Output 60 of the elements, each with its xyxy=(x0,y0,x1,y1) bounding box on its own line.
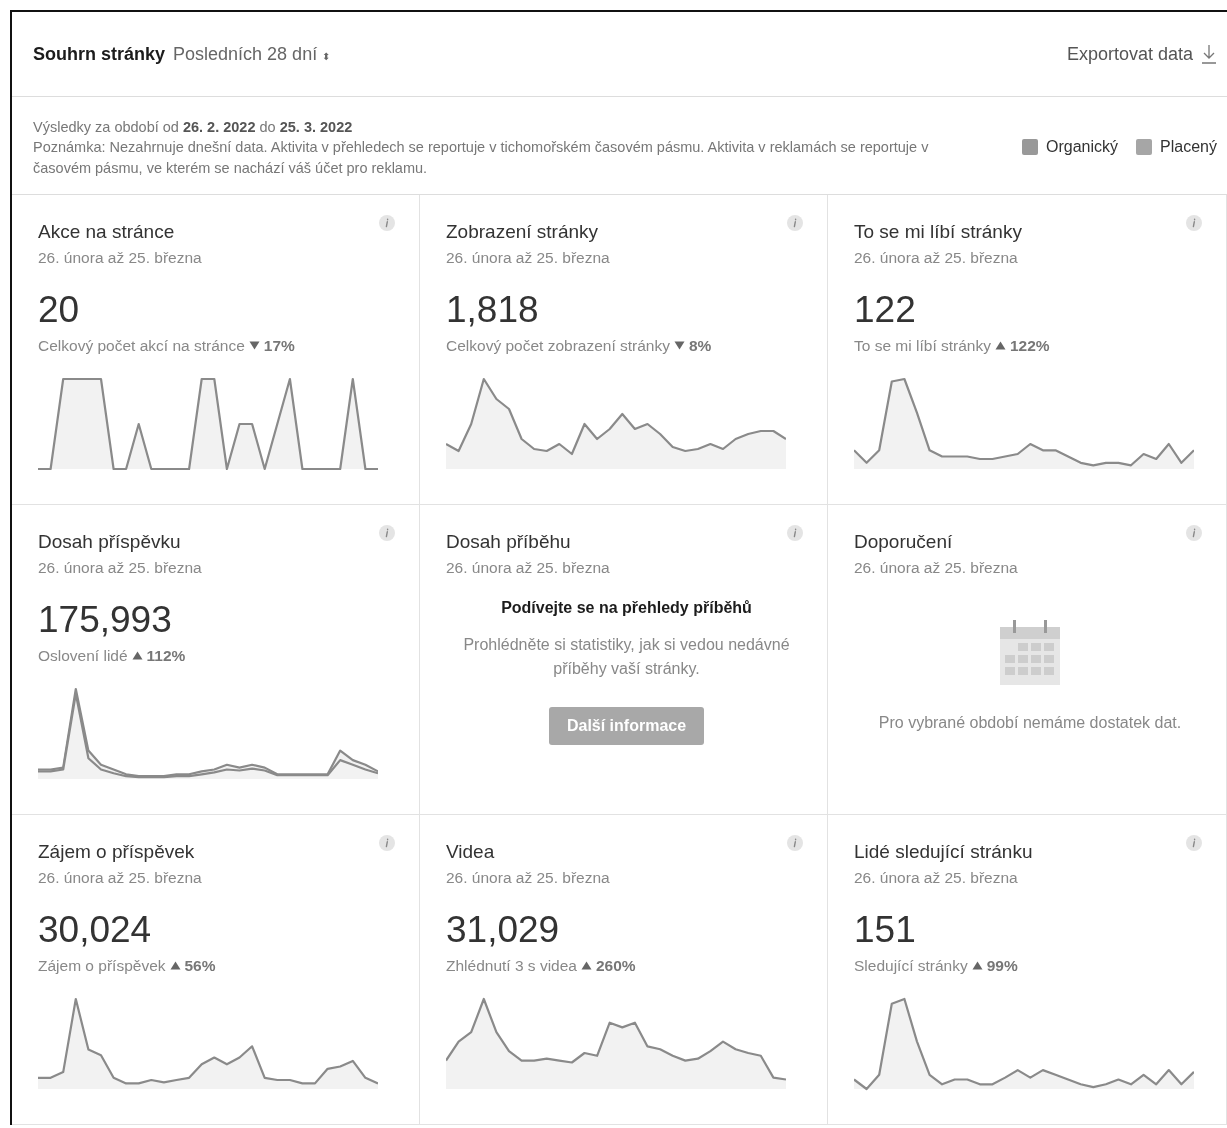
note-text: Poznámka: Nezahrnuje dnešní data. Aktivita v přehledech se reportuje v tichomořském časovém pásmu. Aktivita v reklamách se reportuje v časovém pásmu, ve kterém se nachází váš účet pro reklamu. xyxy=(33,138,930,178)
metric-caption: Zájem o příspěvek xyxy=(38,956,166,975)
metric-caption: To se mi líbí stránky xyxy=(854,336,991,355)
card-title: Doporučení xyxy=(854,530,953,553)
change-percent: 56% xyxy=(184,956,216,975)
info-icon[interactable] xyxy=(379,524,395,541)
change-percent: 17% xyxy=(263,336,295,355)
card-date-range: 26. února až 25. března xyxy=(446,558,610,577)
card-title: Dosah příběhu xyxy=(446,530,571,553)
card-date-range: 26. února až 25. března xyxy=(854,558,1018,577)
card-date-range: 26. února až 25. března xyxy=(446,868,610,887)
change-percent: 8% xyxy=(689,336,712,355)
metric-value: 175,993 xyxy=(38,598,173,641)
info-icon[interactable] xyxy=(379,834,395,851)
metric-value: 1,818 xyxy=(446,288,540,331)
metric-value: 20 xyxy=(38,288,81,331)
metric-caption: Oslovení lidé xyxy=(38,646,128,665)
promo-heading: Podívejte se na přehledy příběhů xyxy=(501,598,752,617)
metric-value: 122 xyxy=(854,288,917,331)
card-title: Dosah příspěvku xyxy=(38,530,181,553)
legend-label: Placený xyxy=(1160,138,1217,157)
metric-caption: Celkový počet zobrazení stránky xyxy=(446,336,670,355)
date-range-text: Výsledky za období od 26. 2. 2022 do 25. 3. 2022 xyxy=(33,118,354,137)
calendar-icon xyxy=(999,618,1061,685)
metric-caption: Zhlédnutí 3 s videa xyxy=(446,956,577,975)
info-icon[interactable] xyxy=(1186,524,1202,541)
card-title: Videa xyxy=(446,840,495,863)
card-title: Zobrazení stránky xyxy=(446,220,599,243)
promo-text: Prohlédněte si statistiky, jak si vedou nedávné příběhy vaší stránky. xyxy=(462,634,791,679)
card-date-range: 26. února až 25. března xyxy=(38,868,202,887)
info-icon[interactable] xyxy=(379,214,395,231)
period-dropdown[interactable]: Posledních 28 dní ⬍ xyxy=(173,43,331,65)
legend-label: Organický xyxy=(1046,138,1119,157)
download-icon[interactable] xyxy=(1201,44,1217,64)
card-date-range: 26. února až 25. března xyxy=(446,248,610,267)
metric-value: 30,024 xyxy=(38,908,153,951)
card-title: To se mi líbí stránky xyxy=(854,220,1022,243)
no-data-message: Pro vybrané období nemáme dostatek dat. xyxy=(877,712,1183,733)
card-title: Zájem o příspěvek xyxy=(38,840,195,863)
change-percent: 99% xyxy=(986,956,1018,975)
card-date-range: 26. února až 25. března xyxy=(854,248,1018,267)
card-date-range: 26. února až 25. března xyxy=(38,558,202,577)
page-summary-title: Souhrn stránky xyxy=(33,43,166,65)
card-date-range: 26. února až 25. března xyxy=(38,248,202,267)
info-icon[interactable] xyxy=(787,214,803,231)
change-percent: 112% xyxy=(146,646,186,665)
metric-value: 31,029 xyxy=(446,908,561,951)
card-date-range: 26. února až 25. března xyxy=(854,868,1018,887)
info-icon[interactable] xyxy=(1186,834,1202,851)
change-percent: 260% xyxy=(596,956,636,975)
export-data-link[interactable]: Exportovat data xyxy=(1066,43,1193,65)
info-icon[interactable] xyxy=(787,524,803,541)
metric-caption: Celkový počet akcí na stránce xyxy=(38,336,245,355)
info-icon[interactable] xyxy=(787,834,803,851)
change-percent: 122% xyxy=(1009,336,1050,355)
card-title: Lidé sledující stránku xyxy=(854,840,1033,863)
card-title: Akce na stránce xyxy=(38,220,175,243)
info-icon[interactable] xyxy=(1186,214,1202,231)
metric-value: 151 xyxy=(854,908,917,951)
metric-caption: Sledující stránky xyxy=(854,956,968,975)
